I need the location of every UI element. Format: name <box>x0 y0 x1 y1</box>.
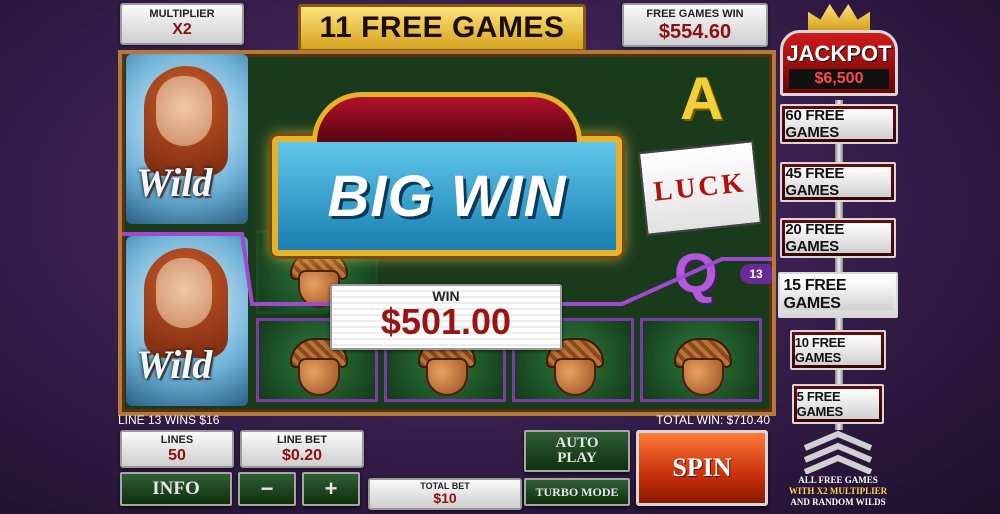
ladder-item-60: 60 FREE GAMES <box>780 104 898 144</box>
footer-line-2: WITH X2 MULTIPLIER <box>788 486 888 496</box>
footer-line-3: AND RANDOM WILDS <box>790 497 886 507</box>
ladder-label: 15 FREE GAMES <box>783 277 893 312</box>
line-wins-text: LINE 13 WINS $16 <box>118 413 220 427</box>
ladder-item-20: 20 FREE GAMES <box>780 218 896 258</box>
total-bet-panel: TOTAL BET $10 <box>368 478 522 510</box>
jackpot-footer: ALL FREE GAMES WITH X2 MULTIPLIER AND RA… <box>770 475 906 508</box>
free-games-win-value: $554.60 <box>658 21 732 43</box>
ladder-label: 60 FREE GAMES <box>785 107 893 141</box>
ladder-label: 20 FREE GAMES <box>785 221 891 255</box>
line-bet-value: $0.20 <box>281 447 323 464</box>
auto-play-button[interactable]: AUTO PLAY <box>524 430 630 472</box>
total-win-text: TOTAL WIN: $710.40 <box>656 413 770 427</box>
ladder-item-10: 10 FREE GAMES <box>790 330 886 370</box>
total-bet-value: $10 <box>433 490 457 506</box>
payline-number-badge: 13 <box>740 264 772 284</box>
big-win-title: BIG WIN <box>327 163 567 229</box>
ladder-item-5: 5 FREE GAMES <box>792 384 884 424</box>
line-bet-label: LINE BET <box>276 434 328 446</box>
spin-button[interactable]: SPIN <box>636 430 768 506</box>
lines-value: 50 <box>168 447 186 464</box>
chevrons-up-icon <box>803 430 873 474</box>
reels-frame: Wild Wild A LUCK Q BIG WIN WIN $501.00 <box>118 50 776 416</box>
free-games-banner: 11 FREE GAMES <box>298 4 586 52</box>
info-button[interactable]: INFO <box>120 472 232 506</box>
free-games-title: 11 FREE GAMES <box>319 11 565 44</box>
ladder-label: 45 FREE GAMES <box>785 165 891 199</box>
ladder-pole <box>835 100 843 430</box>
jackpot-sign: JACKPOT $6,500 <box>780 30 898 96</box>
free-games-win-label: FREE GAMES WIN <box>646 8 744 20</box>
win-amount: $501.00 <box>380 301 512 342</box>
jackpot-amount: $6,500 <box>789 69 889 89</box>
ladder-item-45: 45 FREE GAMES <box>780 162 896 202</box>
line-bet-panel[interactable]: LINE BET $0.20 <box>240 430 364 468</box>
footer-line-1: ALL FREE GAMES <box>798 475 878 485</box>
win-amount-panel: WIN $501.00 <box>330 284 562 350</box>
jackpot-title: JACKPOT <box>786 41 892 66</box>
big-win-crown <box>312 92 582 142</box>
multiplier-label: MULTIPLIER <box>149 8 215 20</box>
payline-number: 13 <box>749 267 763 281</box>
ladder-label: 5 FREE GAMES <box>796 389 880 419</box>
spin-label: SPIN <box>672 453 732 482</box>
ladder-label: 10 FREE GAMES <box>794 335 882 365</box>
multiplier-value: X2 <box>172 21 192 38</box>
jackpot-crown-icon <box>808 4 870 30</box>
turbo-mode-button[interactable]: TURBO MODE <box>524 478 630 506</box>
free-games-win-panel: FREE GAMES WIN $554.60 <box>622 3 768 47</box>
big-win-marquee: BIG WIN <box>272 136 622 256</box>
ladder-item-15: 15 FREE GAMES <box>778 272 898 318</box>
minus-button[interactable]: − <box>238 472 296 506</box>
lines-panel[interactable]: LINES 50 <box>120 430 234 468</box>
plus-button[interactable]: + <box>302 472 360 506</box>
multiplier-panel: MULTIPLIER X2 <box>120 3 244 45</box>
lines-label: LINES <box>160 434 194 446</box>
